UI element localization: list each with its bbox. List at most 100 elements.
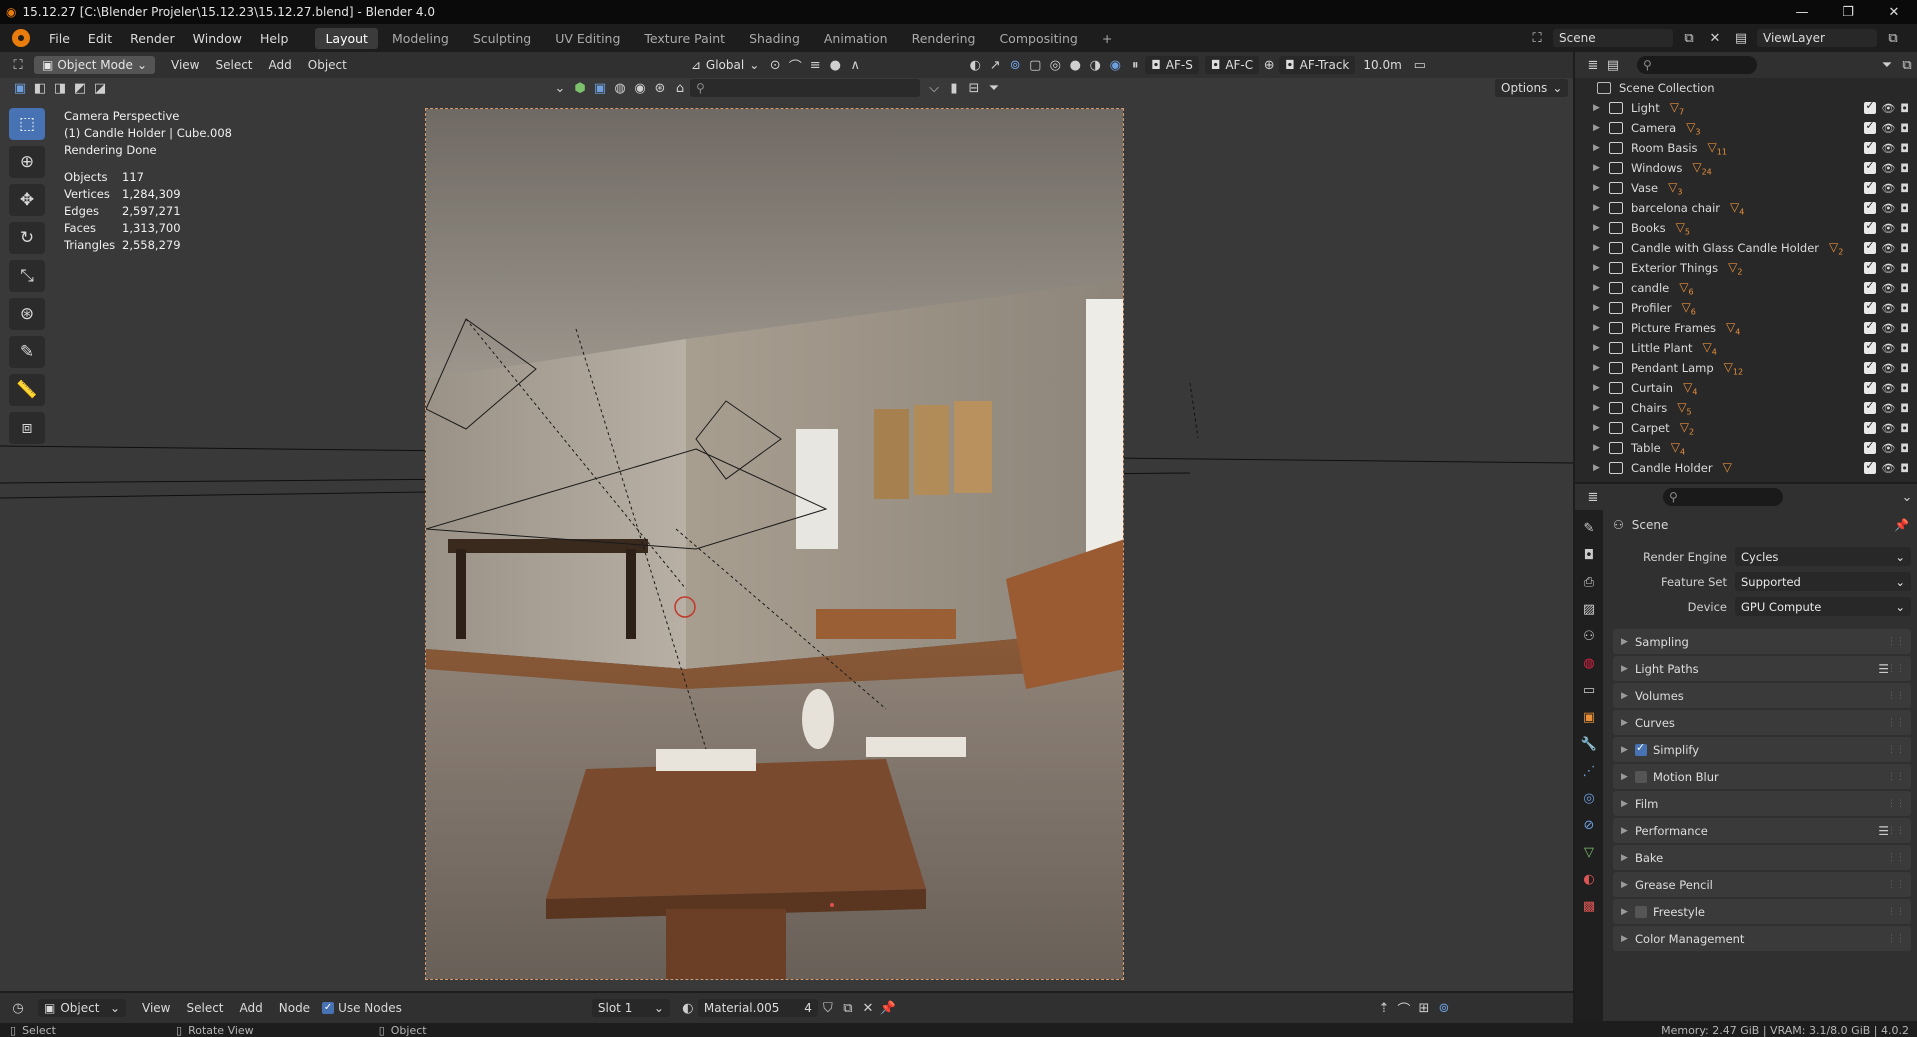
exclude-checkbox[interactable] bbox=[1864, 319, 1877, 334]
blender-menu-icon[interactable] bbox=[12, 29, 30, 47]
editor-type-icon[interactable]: ≣ bbox=[1583, 487, 1603, 507]
eye-icon[interactable]: 👁 bbox=[1881, 282, 1895, 295]
maximize-button[interactable]: ❐ bbox=[1825, 0, 1871, 24]
constraints-tab-icon[interactable]: ⊘ bbox=[1579, 815, 1599, 835]
chevron-down-icon[interactable]: ⌄ bbox=[1897, 487, 1917, 507]
panel-performance[interactable]: ▶ Performance ☰ ⋮⋮ bbox=[1613, 818, 1911, 843]
exclude-checkbox[interactable] bbox=[1864, 379, 1877, 394]
camera-render-icon[interactable]: ◘ bbox=[1900, 382, 1909, 395]
expand-arrow-icon[interactable]: ▶ bbox=[1593, 443, 1609, 453]
eye-icon[interactable]: 👁 bbox=[1881, 402, 1895, 415]
af-c-toggle[interactable]: ◘ AF-C bbox=[1204, 56, 1260, 74]
fake-user-icon[interactable]: ⛉ bbox=[818, 998, 838, 1018]
expand-arrow-icon[interactable]: ▶ bbox=[1593, 363, 1609, 373]
camera-render-icon[interactable]: ◘ bbox=[1900, 442, 1909, 455]
rendered-shading-icon[interactable]: ◉ bbox=[1105, 55, 1125, 75]
camera-render-icon[interactable]: ◘ bbox=[1900, 462, 1909, 475]
panel-volumes[interactable]: ▶ Volumes ⋮⋮ bbox=[1613, 683, 1911, 708]
menu-view[interactable]: View bbox=[134, 1001, 178, 1015]
menu-view[interactable]: View bbox=[163, 58, 207, 72]
exclude-checkbox[interactable] bbox=[1864, 99, 1877, 114]
tab-sculpting[interactable]: Sculpting bbox=[463, 28, 541, 49]
tab-layout[interactable]: Layout bbox=[315, 27, 378, 49]
feature-set-dropdown[interactable]: Supported ⌄ bbox=[1735, 572, 1911, 591]
exclude-checkbox[interactable] bbox=[1864, 199, 1877, 214]
filter-empty-icon[interactable]: ⊛ bbox=[650, 78, 670, 98]
menu-edit[interactable]: Edit bbox=[79, 31, 121, 46]
outliner-item[interactable]: ▶Windows▽24👁◘ bbox=[1575, 158, 1917, 178]
focus-distance[interactable]: 10.0m bbox=[1355, 58, 1409, 72]
drag-grip-icon[interactable]: ⋮⋮ bbox=[1887, 691, 1905, 701]
use-nodes-toggle[interactable]: ✓ Use Nodes bbox=[322, 1001, 402, 1015]
drag-grip-icon[interactable]: ⋮⋮ bbox=[1887, 772, 1905, 782]
output-tab-icon[interactable]: ⎙ bbox=[1579, 572, 1599, 592]
display-mode-icon[interactable]: ▤ bbox=[1603, 55, 1623, 75]
mode-selector[interactable]: ▣ Object Mode ⌄ bbox=[34, 56, 155, 74]
options-dropdown[interactable]: Options ⌄ bbox=[1495, 79, 1569, 97]
outliner-item[interactable]: ▶Curtain▽4👁◘ bbox=[1575, 378, 1917, 398]
falloff-icon[interactable]: ∧ bbox=[845, 55, 865, 75]
camera-render-icon[interactable]: ◘ bbox=[1900, 302, 1909, 315]
expand-arrow-icon[interactable]: ▶ bbox=[1593, 263, 1609, 273]
data-tab-icon[interactable]: ▽ bbox=[1579, 842, 1599, 862]
select-box-tool[interactable]: ⬚ bbox=[9, 108, 45, 140]
camera-render-icon[interactable]: ◘ bbox=[1900, 362, 1909, 375]
drag-grip-icon[interactable]: ⋮⋮ bbox=[1887, 907, 1905, 917]
exclude-checkbox[interactable] bbox=[1864, 159, 1877, 174]
select-intersect-icon[interactable]: ◪ bbox=[90, 78, 110, 98]
tab-animation[interactable]: Animation bbox=[814, 28, 898, 49]
expand-arrow-icon[interactable]: ▶ bbox=[1593, 403, 1609, 413]
chevron-down-icon[interactable]: ⌄ bbox=[550, 78, 570, 98]
expand-arrow-icon[interactable]: ▶ bbox=[1593, 243, 1609, 253]
snap-target-icon[interactable]: ≡ bbox=[805, 55, 825, 75]
camera-render-icon[interactable]: ◘ bbox=[1900, 162, 1909, 175]
panel-color-management[interactable]: ▶ Color Management ⋮⋮ bbox=[1613, 926, 1911, 951]
funnel-icon[interactable]: ⏷ bbox=[984, 78, 1004, 98]
snap-icon[interactable]: ⌒ bbox=[1394, 998, 1414, 1018]
expand-arrow-icon[interactable]: ▶ bbox=[1593, 323, 1609, 333]
drag-grip-icon[interactable]: ⋮⋮ bbox=[1887, 880, 1905, 890]
exclude-checkbox[interactable] bbox=[1864, 299, 1877, 314]
scene-icon[interactable]: ⛶ bbox=[1527, 28, 1547, 48]
delete-scene-icon[interactable]: ✕ bbox=[1705, 28, 1725, 48]
exclude-checkbox[interactable] bbox=[1864, 339, 1877, 354]
expand-arrow-icon[interactable]: ▶ bbox=[1593, 343, 1609, 353]
scene-selector[interactable]: Scene bbox=[1553, 29, 1673, 47]
eye-icon[interactable]: 👁 bbox=[1881, 422, 1895, 435]
eye-icon[interactable]: 👁 bbox=[1881, 302, 1895, 315]
transform-tool[interactable]: ⊛ bbox=[9, 298, 45, 330]
exclude-checkbox[interactable] bbox=[1864, 219, 1877, 234]
outliner-item[interactable]: ▶barcelona chair▽4👁◘ bbox=[1575, 198, 1917, 218]
scene-tab-icon[interactable]: ⚇ bbox=[1579, 626, 1599, 646]
orientation-selector[interactable]: ⊿ Global ⌄ bbox=[685, 56, 765, 74]
slot-selector[interactable]: Slot 1 ⌄ bbox=[591, 999, 670, 1017]
expand-arrow-icon[interactable]: ▶ bbox=[1593, 123, 1609, 133]
world-tab-icon[interactable]: ◍ bbox=[1579, 653, 1599, 673]
panel-checkbox[interactable] bbox=[1635, 770, 1647, 783]
overlay-icon[interactable]: ⊚ bbox=[1005, 55, 1025, 75]
panel-sampling[interactable]: ▶ Sampling ⋮⋮ bbox=[1613, 629, 1911, 654]
new-scene-icon[interactable]: ⧉ bbox=[1679, 28, 1699, 48]
tab-shading[interactable]: Shading bbox=[739, 28, 810, 49]
camera-render-icon[interactable]: ◘ bbox=[1900, 122, 1909, 135]
eye-icon[interactable]: 👁 bbox=[1881, 102, 1895, 115]
eye-icon[interactable]: 👁 bbox=[1881, 342, 1895, 355]
expand-arrow-icon[interactable]: ▶ bbox=[1593, 203, 1609, 213]
filter-other-icon[interactable]: ⌂ bbox=[670, 78, 690, 98]
exclude-checkbox[interactable] bbox=[1864, 359, 1877, 374]
expand-arrow-icon[interactable]: ▶ bbox=[1593, 283, 1609, 293]
expand-arrow-icon[interactable]: ▶ bbox=[1593, 423, 1609, 433]
modifier-tab-icon[interactable]: 🔧 bbox=[1579, 734, 1599, 754]
snap-icon[interactable]: ⌒ bbox=[785, 55, 805, 75]
rotate-tool[interactable]: ↻ bbox=[9, 222, 45, 254]
menu-file[interactable]: File bbox=[40, 31, 79, 46]
minimize-button[interactable]: — bbox=[1779, 0, 1825, 24]
expand-arrow-icon[interactable]: ▶ bbox=[1593, 163, 1609, 173]
menu-window[interactable]: Window bbox=[184, 31, 251, 46]
new-view-layer-icon[interactable]: ⧉ bbox=[1883, 28, 1903, 48]
camera-render-icon[interactable]: ◘ bbox=[1900, 342, 1909, 355]
af-s-toggle[interactable]: ◘ AF-S bbox=[1145, 56, 1199, 74]
exclude-checkbox[interactable] bbox=[1864, 459, 1877, 474]
tab-rendering[interactable]: Rendering bbox=[902, 28, 986, 49]
camera-render-icon[interactable]: ◘ bbox=[1900, 202, 1909, 215]
